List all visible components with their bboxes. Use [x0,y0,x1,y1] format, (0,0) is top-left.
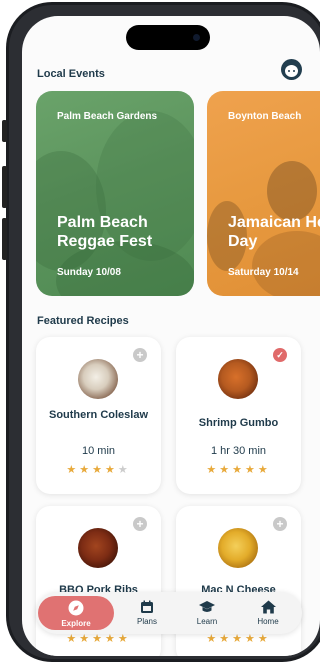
event-card-palm-beach-reggae-fest[interactable]: Palm Beach Gardens Palm Beach Reggae Fes… [36,91,194,296]
home-icon [260,600,276,614]
local-events-title: Local Events [37,68,105,80]
star-icon: ★ [117,633,131,645]
star-icon: ★ [257,464,271,476]
compass-icon [68,600,84,616]
calendar-icon [141,600,153,613]
star-icon: ★ [79,464,93,476]
tab-label: Home [257,617,279,626]
tab-label: Learn [196,617,218,626]
recipe-name: Southern Coleslaw [48,409,149,421]
star-icon: ★ [244,633,258,645]
star-icon: ★ [232,464,245,476]
event-name: Jamaican Heroes Day [228,214,320,250]
recipe-card-shrimp-gumbo[interactable]: ✓ Shrimp Gumbo 1 hr 30 min ★★★★★ [176,337,301,494]
event-photo-shade [267,161,317,221]
star-icon: ★ [104,464,118,476]
tab-plans[interactable]: Plans [122,592,172,634]
event-date: Saturday 10/14 [228,267,299,278]
recipe-photo [78,528,118,568]
tab-label: Plans [136,617,157,626]
star-icon: ★ [219,464,233,476]
tab-explore[interactable]: Explore [38,596,114,630]
event-city: Boynton Beach [228,111,302,122]
star-icon: ★ [206,633,220,645]
recipe-time: 1 hr 30 min [210,445,267,457]
rating-stars: ★★★★★ [176,463,301,476]
star-empty-icon: ★ [117,464,131,476]
add-favorite-icon[interactable]: + [273,517,287,531]
star-icon: ★ [79,633,93,645]
avatar-eye-left [288,70,290,72]
tab-label: Explore [61,619,91,628]
featured-recipes-title: Featured Recipes [37,315,129,327]
bottom-tab-bar: Explore Plans Learn Home [36,592,302,634]
event-name: Palm Beach Reggae Fest [57,214,153,250]
tab-learn[interactable]: Learn [182,592,232,634]
recipe-photo [78,359,118,399]
rating-stars: ★★★★★ [36,463,161,476]
star-icon: ★ [66,633,80,645]
add-favorite-icon[interactable]: + [133,348,147,362]
recipe-name: Shrimp Gumbo [198,417,279,429]
app-screen: Local Events Palm Beach Gardens Palm Bea… [22,16,320,656]
recipe-photo [218,359,258,399]
star-icon: ★ [92,464,105,476]
recipe-time: 10 min [81,445,116,457]
star-icon: ★ [244,464,258,476]
dynamic-island [126,25,210,50]
tab-home[interactable]: Home [242,592,294,634]
star-icon: ★ [104,633,118,645]
favorite-check-icon[interactable]: ✓ [273,348,287,362]
event-card-jamaican-heroes-day[interactable]: Boynton Beach Jamaican Heroes Day Saturd… [207,91,320,296]
volume-down-button [2,218,7,260]
avatar-face [285,65,298,77]
event-date: Sunday 10/08 [57,267,121,278]
star-icon: ★ [257,633,271,645]
mute-switch [2,120,7,142]
volume-up-button [2,166,7,208]
star-icon: ★ [219,633,233,645]
event-city: Palm Beach Gardens [57,111,158,122]
graduation-cap-icon [199,601,215,612]
avatar-eye-right [293,70,295,72]
camera-dot [193,34,200,41]
star-icon: ★ [66,464,80,476]
profile-avatar-icon[interactable] [281,59,302,80]
star-icon: ★ [92,633,105,645]
recipe-card-southern-coleslaw[interactable]: + Southern Coleslaw 10 min ★★★★★ [36,337,161,494]
add-favorite-icon[interactable]: + [133,517,147,531]
star-icon: ★ [232,633,245,645]
star-icon: ★ [206,464,220,476]
recipe-photo [218,528,258,568]
